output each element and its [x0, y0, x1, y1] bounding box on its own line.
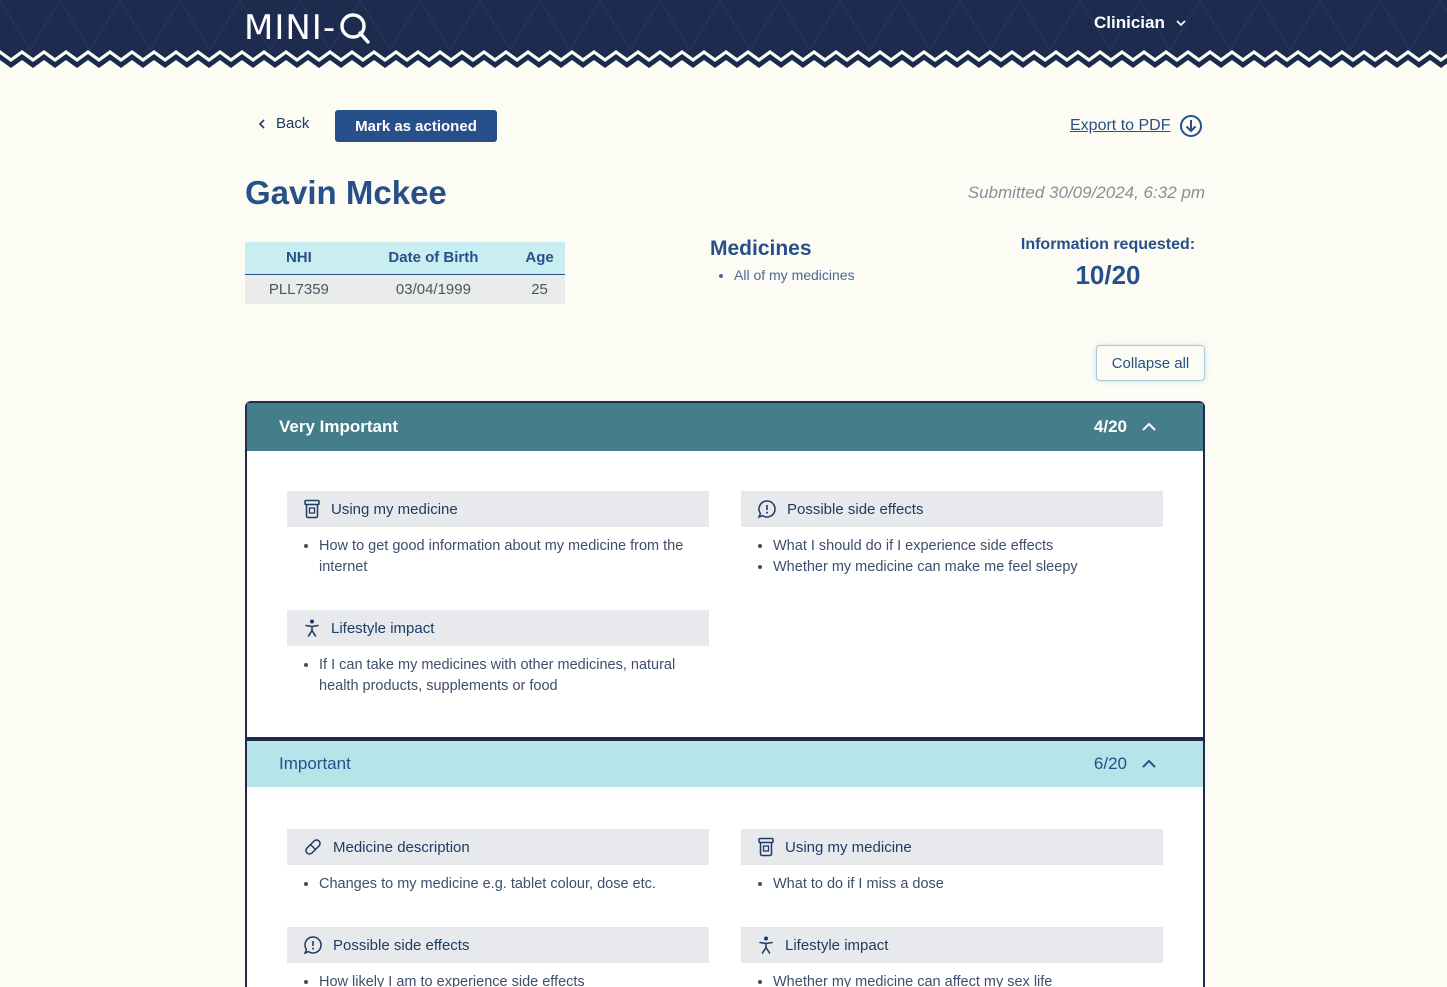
category-header: Using my medicine [287, 491, 709, 527]
table-header-dob: Date of Birth [352, 242, 515, 275]
back-link[interactable]: Back [258, 115, 309, 132]
category-title: Using my medicine [331, 500, 458, 518]
category-lifestyle-impact: Lifestyle impact Whether my medicine can… [741, 927, 1163, 987]
very-important-panel: Very Important 4/20 Using my medicine Ho… [245, 401, 1205, 739]
logo-text: MINI- [244, 8, 337, 48]
pill-bottle-icon [758, 837, 774, 857]
category-title: Possible side effects [787, 500, 924, 518]
panel-count: 6/20 [1093, 754, 1127, 773]
role-menu[interactable]: Clinician [1094, 13, 1187, 33]
app-logo[interactable]: MINI- [244, 8, 372, 48]
category-medicine-description: Medicine description Changes to my medic… [287, 829, 709, 895]
list-item: If I can take my medicines with other me… [319, 655, 709, 697]
category-possible-side-effects: Possible side effects What I should do i… [741, 491, 1163, 578]
category-title: Using my medicine [785, 838, 912, 856]
important-panel: Important 6/20 Medicine description Chan… [245, 737, 1205, 987]
top-bar: MINI- Clinician [0, 0, 1447, 74]
info-requested-label: Information requested: [1020, 236, 1196, 253]
category-title: Lifestyle impact [785, 936, 889, 954]
list-item: How to get good information about my med… [319, 536, 709, 578]
panel-title: Very Important [279, 417, 399, 436]
list-item: What to do if I miss a dose [773, 874, 1163, 895]
very-important-header[interactable]: Very Important 4/20 [247, 403, 1203, 451]
medicines-section: Medicines All of my medicines [710, 237, 855, 283]
person-icon [759, 936, 773, 954]
category-header: Using my medicine [741, 829, 1163, 865]
medicine-item: All of my medicines [734, 267, 855, 283]
category-lifestyle-impact: Lifestyle impact If I can take my medici… [287, 610, 709, 697]
age-value: 25 [514, 274, 565, 304]
dob-value: 03/04/1999 [352, 274, 515, 304]
header-pattern [0, 0, 1447, 74]
patient-name: Gavin Mckee [245, 174, 447, 211]
panel-title: Important [279, 754, 351, 773]
capsule-icon [305, 839, 321, 855]
speech-alert-icon [757, 500, 776, 519]
pill-bottle-icon [304, 499, 320, 519]
list-item: Changes to my medicine e.g. tablet colou… [319, 874, 709, 895]
chevron-down-icon [1176, 20, 1186, 27]
category-header: Lifestyle impact [287, 610, 709, 646]
export-pdf-link[interactable]: Export to PDF [1070, 114, 1203, 138]
list-item: What I should do if I experience side ef… [773, 536, 1163, 557]
back-label: Back [276, 115, 310, 132]
export-label: Export to PDF [1070, 117, 1171, 134]
panel-count-wrap: 6/20 [1094, 754, 1157, 774]
category-header: Possible side effects [741, 491, 1163, 527]
important-header[interactable]: Important 6/20 [247, 741, 1203, 787]
patient-details-table: NHI Date of Birth Age PLL7359 03/04/1999… [245, 242, 565, 304]
category-title: Lifestyle impact [331, 619, 435, 637]
category-title: Medicine description [333, 838, 470, 856]
information-requested: Information requested: 10/20 [1013, 236, 1203, 291]
info-requested-value: 10/20 [1075, 260, 1141, 290]
person-icon [305, 619, 319, 637]
list-item: Whether my medicine can make me feel sle… [773, 557, 1163, 578]
medicines-title: Medicines [710, 237, 812, 260]
category-header: Lifestyle impact [741, 927, 1163, 963]
logo-q-icon [340, 13, 370, 44]
category-header: Possible side effects [287, 927, 709, 963]
category-header: Medicine description [287, 829, 709, 865]
list-item: Whether my medicine can affect my sex li… [773, 972, 1163, 987]
submitted-timestamp: Submitted 30/09/2024, 6:32 pm [967, 183, 1205, 202]
chevron-up-icon[interactable] [1141, 759, 1157, 769]
category-using-my-medicine: Using my medicine How to get good inform… [287, 491, 709, 578]
speech-alert-icon [303, 936, 322, 955]
collapse-all-button[interactable]: Collapse all [1096, 345, 1205, 381]
category-possible-side-effects: Possible side effects How likely I am to… [287, 927, 709, 987]
table-row: PLL7359 03/04/1999 25 [245, 274, 565, 304]
download-icon [1180, 115, 1203, 137]
category-using-my-medicine: Using my medicine What to do if I miss a… [741, 829, 1163, 895]
category-title: Possible side effects [333, 936, 470, 954]
panel-count: 4/20 [1093, 417, 1127, 436]
chevron-up-icon[interactable] [1141, 422, 1157, 432]
list-item: How likely I am to experience side effec… [319, 972, 709, 987]
nhi-value: PLL7359 [245, 274, 353, 304]
table-header-nhi: NHI [245, 242, 353, 275]
table-header-age: Age [514, 242, 565, 275]
panel-count-wrap: 4/20 [1094, 417, 1157, 437]
mark-as-actioned-button[interactable]: Mark as actioned [335, 110, 497, 142]
chevron-left-icon [258, 118, 265, 129]
role-label: Clinician [1094, 13, 1165, 32]
